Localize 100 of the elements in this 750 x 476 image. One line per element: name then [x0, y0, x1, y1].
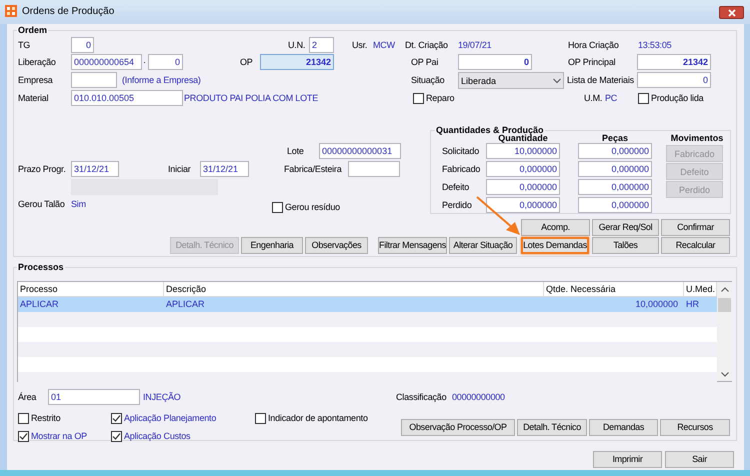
field-label: Situação	[411, 74, 444, 87]
table-cell-text: HR	[685, 298, 700, 311]
field-label: U.N.	[288, 39, 306, 52]
input-field[interactable]	[348, 161, 400, 177]
value-text: (Informe a Empresa)	[122, 74, 201, 87]
input-field[interactable]: 0,000000	[578, 161, 652, 177]
value-text: 13:53:05	[638, 39, 672, 52]
checkbox[interactable]	[18, 431, 29, 442]
input-field[interactable]: 010.010.00505	[71, 90, 183, 106]
value-text: Sim	[71, 198, 86, 211]
input-field[interactable]: 0,000000	[578, 197, 652, 213]
action-button[interactable]: Talões	[592, 237, 659, 254]
field-label: Empresa	[18, 74, 53, 87]
checkbox[interactable]	[638, 93, 649, 104]
checkbox-label: Restrito	[31, 412, 60, 425]
action-button[interactable]: Alterar Situação	[449, 237, 517, 254]
checkbox[interactable]	[18, 413, 29, 424]
value-text: 19/07/21	[458, 39, 492, 52]
group-title: Quantidades & Produção	[435, 124, 545, 136]
input-field[interactable]: 01	[48, 389, 140, 405]
app-icon	[5, 5, 17, 17]
input-field[interactable]: 21342	[260, 54, 334, 70]
field-label: U.M.	[584, 92, 602, 105]
field-label: Fabricado	[442, 163, 480, 176]
field-label: Usr.	[352, 39, 368, 52]
field-label: Material	[18, 92, 48, 105]
field-label: TG	[18, 39, 30, 52]
checkbox-label: Aplicação Custos	[124, 430, 190, 443]
checkbox[interactable]	[272, 202, 283, 213]
checkbox[interactable]	[413, 93, 424, 104]
input-field[interactable]: 0,000000	[486, 161, 560, 177]
close-icon	[726, 8, 736, 18]
field-label: OP Principal	[568, 56, 616, 69]
input-field[interactable]: 0,000000	[486, 179, 560, 195]
action-button[interactable]: Imprimir	[593, 451, 662, 468]
input-field[interactable]: 0,000000	[486, 197, 560, 213]
action-button[interactable]: Acomp.	[521, 219, 590, 236]
input-field[interactable]: 31/12/21	[71, 161, 119, 177]
value-text: 00000000000	[452, 391, 505, 404]
checkbox[interactable]	[111, 413, 122, 424]
action-button[interactable]: Recalcular	[661, 237, 730, 254]
action-button[interactable]: Filtrar Mensagens	[378, 237, 447, 254]
input-field[interactable]: 0	[148, 54, 183, 70]
action-button[interactable]: Observações	[305, 237, 368, 254]
value-text: MCW	[373, 39, 395, 52]
checkbox-label: Reparo	[426, 92, 454, 105]
column-header: Movimentos	[670, 133, 724, 144]
group-title: Ordem	[17, 24, 48, 36]
scroll-up-icon[interactable]	[721, 287, 729, 292]
checkbox-label: Produção lida	[651, 92, 704, 105]
checkbox[interactable]	[255, 413, 266, 424]
window-title: Ordens de Produção	[22, 5, 114, 19]
field-label: OP	[240, 56, 253, 69]
field-label: ·	[143, 56, 146, 69]
input-field[interactable]: 0	[71, 37, 94, 53]
input-field[interactable]: 2	[309, 37, 334, 53]
action-button[interactable]: Gerar Req/Sol	[592, 219, 659, 236]
input-field[interactable]: 21342	[637, 54, 711, 70]
input-field[interactable]: 000000000654	[71, 54, 142, 70]
input-field[interactable]: 0,000000	[578, 143, 652, 159]
input-field[interactable]: 00000000000031	[319, 143, 401, 159]
column-header: Quantidade	[498, 133, 549, 144]
field-label: Prazo Progr.	[18, 163, 66, 176]
field-label: Gerou Talão	[18, 198, 65, 211]
value-text: PRODUTO PAI POLIA COM LOTE	[184, 92, 318, 105]
input-field[interactable]: 0,000000	[578, 179, 652, 195]
close-button[interactable]	[719, 6, 744, 19]
table-cell-text: APLICAR	[19, 298, 60, 311]
field-label: Iniciar	[168, 163, 191, 176]
field-label: Defeito	[442, 181, 470, 194]
field-label: Área	[18, 391, 36, 404]
input-field[interactable]	[71, 72, 117, 88]
action-button[interactable]: Engenharia	[241, 237, 303, 254]
table-row[interactable]: APLICAR APLICAR 10,000000 HR	[18, 297, 717, 312]
checkbox[interactable]	[111, 431, 122, 442]
value-text: INJEÇÃO	[143, 391, 181, 404]
table-cell-text: APLICAR	[165, 298, 206, 311]
field-label: Hora Criação	[568, 39, 619, 52]
field-label: Solicitado	[442, 145, 480, 158]
action-button[interactable]: Confirmar	[661, 219, 730, 236]
input-field[interactable]: 10,000000	[486, 143, 560, 159]
field-label: Liberação	[18, 56, 56, 69]
input-field[interactable]: 0	[637, 72, 711, 88]
checkbox-label: Mostrar na OP	[31, 430, 87, 443]
action-button[interactable]: Demandas	[589, 419, 658, 436]
action-button[interactable]: Recursos	[660, 419, 730, 436]
input-field[interactable]: 0	[458, 54, 532, 70]
field-label: Classificação	[396, 391, 446, 404]
scrollbar-thumb[interactable]	[718, 298, 731, 312]
input-field[interactable]: 31/12/21	[200, 161, 249, 177]
scroll-down-icon[interactable]	[721, 372, 729, 377]
action-button[interactable]: Sair	[665, 451, 734, 468]
value-text: PC	[605, 92, 618, 105]
dropdown[interactable]: Liberada	[458, 72, 564, 89]
action-button[interactable]: Lotes Demandas	[521, 237, 589, 254]
field-label: Lista de Materiais	[567, 74, 634, 87]
action-button[interactable]: Detalh. Técnico	[517, 419, 587, 436]
field-label: OP Pai	[411, 56, 438, 69]
chevron-down-icon	[553, 76, 561, 86]
action-button[interactable]: Observação Processo/OP	[401, 419, 515, 436]
